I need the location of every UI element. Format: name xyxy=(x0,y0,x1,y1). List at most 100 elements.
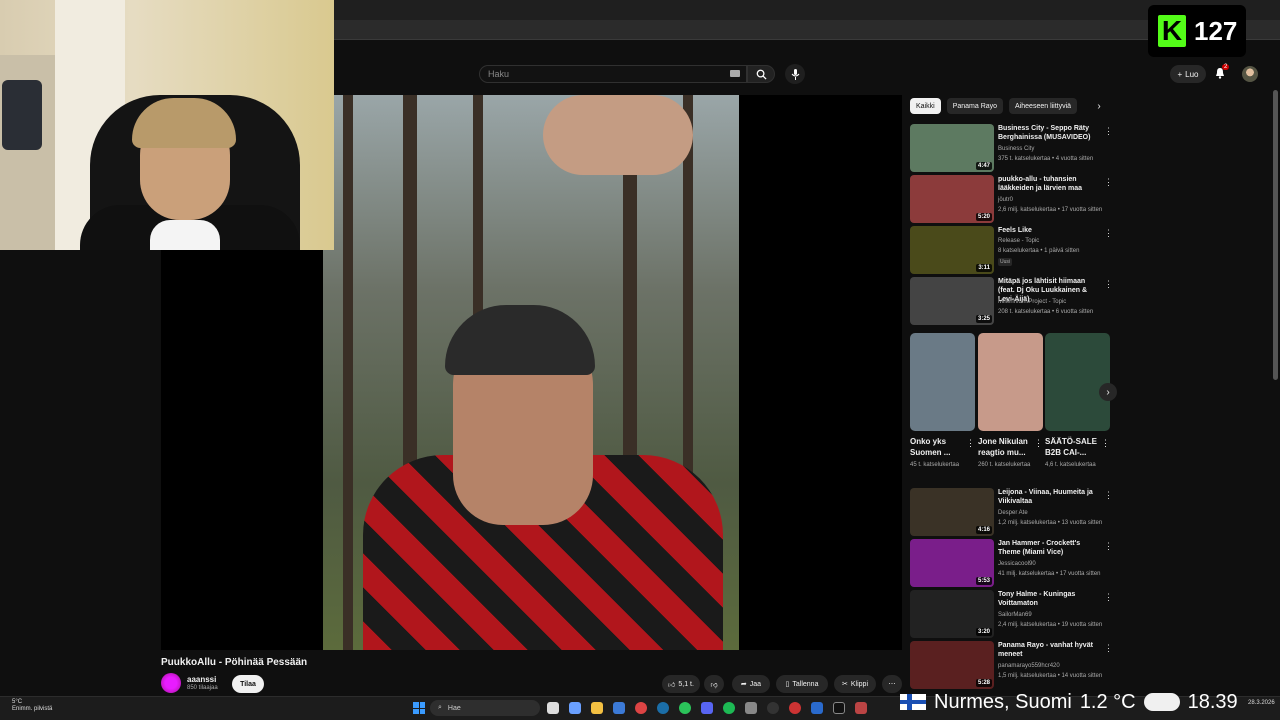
short-thumbnail[interactable] xyxy=(910,333,975,431)
duration: 5:20 xyxy=(975,213,992,221)
account-avatar[interactable] xyxy=(1242,66,1258,82)
short-item[interactable]: Jone Nikulan reagtio mu... 260 t. katsel… xyxy=(978,333,1043,483)
list-item[interactable]: 3:11 Feels Like Release - Topic 8 katsel… xyxy=(910,226,1113,274)
short-title[interactable]: SÄÄTÖ-SALE B2B CAI-... xyxy=(1045,436,1101,458)
windows-start-icon[interactable] xyxy=(413,702,425,714)
app-icon[interactable] xyxy=(789,702,801,714)
kebab-icon[interactable]: ⋮ xyxy=(1104,177,1113,188)
more-actions-button[interactable]: ⋯ xyxy=(882,675,902,693)
rec-channel[interactable]: Millennium Project - Topic xyxy=(998,299,1066,305)
chip-panama-rayo[interactable]: Panama Rayo xyxy=(946,98,1004,114)
taskbar-clock[interactable]: 28.3.2026 xyxy=(1248,700,1275,707)
app-icon[interactable] xyxy=(745,702,757,714)
chevron-right-icon[interactable]: › xyxy=(1092,99,1106,113)
app-icon[interactable] xyxy=(855,702,867,714)
video-thumbnail[interactable]: 4:16 xyxy=(910,488,994,536)
file-explorer-icon[interactable] xyxy=(591,702,603,714)
rec-title[interactable]: Leijona - Viinaa, Huumeita ja Viikivalta… xyxy=(998,488,1098,506)
rec-channel[interactable]: jöutr0 xyxy=(998,197,1013,203)
short-title[interactable]: Onko yks Suomen ... xyxy=(910,436,966,458)
short-title[interactable]: Jone Nikulan reagtio mu... xyxy=(978,436,1034,458)
notifications-button[interactable]: 2 xyxy=(1214,64,1230,82)
rec-title[interactable]: Feels Like xyxy=(998,226,1098,235)
voice-search-button[interactable] xyxy=(785,64,805,84)
kebab-icon[interactable]: ⋮ xyxy=(1104,592,1113,603)
rec-meta: 1,5 milj. katselukertaa • 14 vuotta sitt… xyxy=(998,673,1103,679)
video-thumbnail[interactable]: 3:11 xyxy=(910,226,994,274)
kebab-icon[interactable]: ⋮ xyxy=(1104,541,1113,552)
video-thumbnail[interactable]: 5:53 xyxy=(910,539,994,587)
obs-icon[interactable] xyxy=(767,702,779,714)
rec-meta: 1,2 milj. katselukertaa • 13 vuotta sitt… xyxy=(998,520,1103,526)
capcut-icon[interactable] xyxy=(833,702,845,714)
rec-title[interactable]: Tony Halme - Kuningas Voittamaton xyxy=(998,590,1098,608)
kebab-icon[interactable]: ⋮ xyxy=(1104,228,1113,239)
task-view-icon[interactable] xyxy=(547,702,559,714)
create-button[interactable]: + Luo xyxy=(1170,65,1206,83)
share-icon: ➦ xyxy=(740,681,747,688)
list-item[interactable]: 5:20 puukko-allu - tuhansien lääkkeiden … xyxy=(910,175,1113,223)
chrome-icon[interactable] xyxy=(635,702,647,714)
rec-channel[interactable]: Jessicacool90 xyxy=(998,561,1036,567)
video-thumbnail[interactable]: 4:47 xyxy=(910,124,994,172)
mail-icon[interactable] xyxy=(613,702,625,714)
rec-title[interactable]: Business City - Seppo Räty Berghainissa … xyxy=(998,124,1098,142)
list-item[interactable]: 5:28 Panama Rayo - vanhat hyvät meneet p… xyxy=(910,641,1113,691)
channel-name[interactable]: aaanssi xyxy=(187,675,216,684)
whatsapp-icon[interactable] xyxy=(679,702,691,714)
kebab-icon[interactable]: ⋮ xyxy=(1104,279,1113,290)
chevron-right-icon[interactable]: › xyxy=(1099,383,1117,401)
short-item[interactable]: SÄÄTÖ-SALE B2B CAI-... 4,6 t. katseluker… xyxy=(1045,333,1110,483)
app-icon[interactable] xyxy=(811,702,823,714)
kebab-icon[interactable]: ⋮ xyxy=(1104,490,1113,501)
list-item[interactable]: 4:16 Leijona - Viinaa, Huumeita ja Viiki… xyxy=(910,488,1113,536)
rec-channel[interactable]: panamarayo559hcr420 xyxy=(998,663,1060,669)
chip-all[interactable]: Kaikki xyxy=(910,98,941,114)
clip-button[interactable]: ✂ Klippi xyxy=(834,675,876,693)
rec-channel[interactable]: Release - Topic xyxy=(998,238,1039,244)
chip-related[interactable]: Aiheeseen liittyviä xyxy=(1009,98,1078,114)
list-item[interactable]: 3:25 Mitäpä jos lähtisit hiimaan (feat. … xyxy=(910,277,1113,325)
save-button[interactable]: ▯ Tallenna xyxy=(776,675,828,693)
rec-channel[interactable]: SailorMan69 xyxy=(998,612,1032,618)
plus-icon: + xyxy=(1177,69,1183,79)
copilot-icon[interactable] xyxy=(569,702,581,714)
finland-flag-icon xyxy=(900,694,926,710)
dislike-button[interactable]: 👎︎ xyxy=(704,675,724,693)
short-thumbnail[interactable] xyxy=(978,333,1043,431)
short-meta: 4,6 t. katselukertaa xyxy=(1045,462,1096,468)
rec-title[interactable]: puukko-allu - tuhansien lääkkeiden ja lä… xyxy=(998,175,1098,193)
video-thumbnail[interactable]: 3:25 xyxy=(910,277,994,325)
discord-icon[interactable] xyxy=(701,702,713,714)
list-item[interactable]: 4:47 Business City - Seppo Räty Berghain… xyxy=(910,124,1113,172)
kebab-icon[interactable]: ⋮ xyxy=(1104,126,1113,137)
rec-title[interactable]: Panama Rayo - vanhat hyvät meneet xyxy=(998,641,1098,659)
channel-avatar[interactable] xyxy=(161,673,181,693)
video-thumbnail[interactable]: 3:20 xyxy=(910,590,994,638)
steam-icon[interactable] xyxy=(657,702,669,714)
scrollbar[interactable] xyxy=(1273,90,1278,380)
video-thumbnail[interactable]: 5:28 xyxy=(910,641,994,689)
list-item[interactable]: 5:53 Jan Hammer - Crockett's Theme (Miam… xyxy=(910,539,1113,587)
video-thumbnail[interactable]: 5:20 xyxy=(910,175,994,223)
short-thumbnail[interactable] xyxy=(1045,333,1110,431)
rec-channel[interactable]: Business City xyxy=(998,146,1034,152)
kebab-icon[interactable]: ⋮ xyxy=(1034,438,1043,449)
taskbar-search[interactable]: ⌕ Hae xyxy=(430,700,540,716)
kebab-icon[interactable]: ⋮ xyxy=(1101,438,1110,449)
kebab-icon[interactable]: ⋮ xyxy=(966,438,975,449)
kick-viewer-overlay: K 127 xyxy=(1148,5,1246,57)
share-button[interactable]: ➦ Jaa xyxy=(732,675,770,693)
rec-channel[interactable]: Desper Ate xyxy=(998,510,1028,516)
search-button[interactable] xyxy=(747,65,775,83)
taskbar-weather-widget[interactable]: 5°C Enimm. pilvistä xyxy=(12,699,52,713)
spotify-icon[interactable] xyxy=(723,702,735,714)
subscribe-button[interactable]: Tilaa xyxy=(232,675,264,693)
kebab-icon[interactable]: ⋮ xyxy=(1104,643,1113,654)
short-item[interactable]: Onko yks Suomen ... 45 t. katselukertaa … xyxy=(910,333,975,483)
search-input[interactable]: Haku xyxy=(479,65,747,83)
list-item[interactable]: 3:20 Tony Halme - Kuningas Voittamaton S… xyxy=(910,590,1113,638)
keyboard-icon[interactable] xyxy=(730,70,740,77)
rec-title[interactable]: Jan Hammer - Crockett's Theme (Miami Vic… xyxy=(998,539,1098,557)
like-button[interactable]: 👍︎ 5,1 t. xyxy=(662,675,700,693)
